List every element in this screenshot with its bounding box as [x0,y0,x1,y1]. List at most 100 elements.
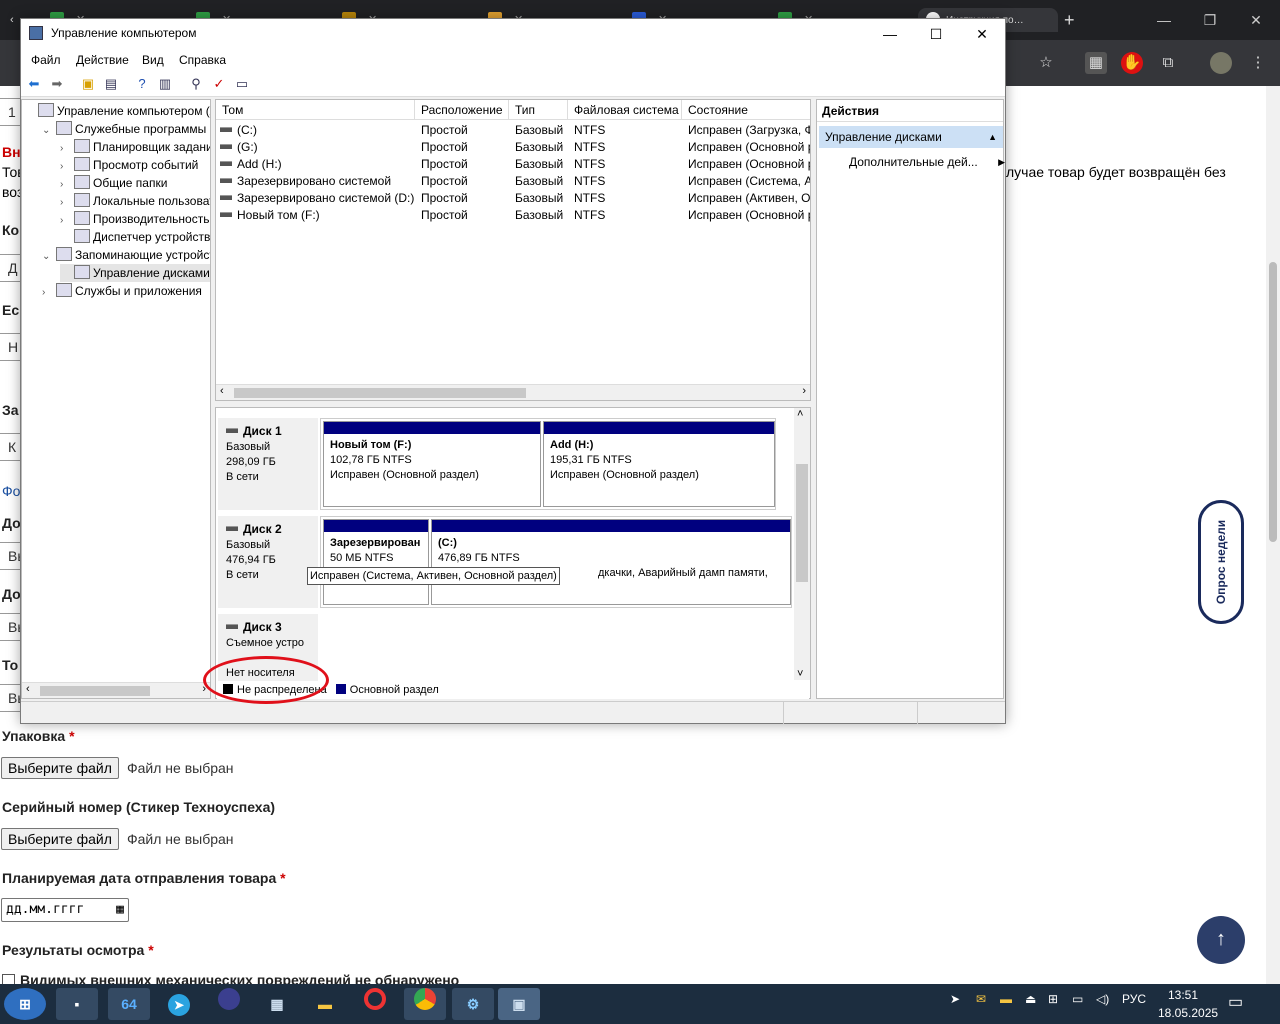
menu-view[interactable]: Вид [142,53,164,67]
bookmark-star-icon[interactable]: ☆ [1035,52,1057,74]
volume-cell[interactable]: NTFS [574,173,664,190]
inspection-checkbox-row[interactable]: Видимых внешних механических повреждений… [2,972,459,984]
disk-2-info[interactable]: Диск 2 Базовый 476,94 ГБ В сети [218,516,318,608]
disk-1-info[interactable]: Диск 1 Базовый 298,09 ГБ В сети [218,418,318,510]
tree-item[interactable]: Управление дисками [60,264,210,282]
windows-defender-icon[interactable]: ⊞ [1048,992,1058,1006]
mail-tray-icon[interactable]: ✉ [976,992,986,1006]
telegram-tray-icon[interactable]: ➤ [950,992,960,1006]
volume-cell[interactable]: Простой [421,173,511,190]
column-header-filesystem[interactable]: Файловая система [568,100,682,120]
volume-cell[interactable]: Простой [421,122,511,139]
profile-avatar[interactable] [1210,52,1232,74]
volume-cell[interactable]: Add (H:) [220,156,415,173]
adblock-icon[interactable]: ✋ [1121,52,1143,74]
disk-view-vscrollbar[interactable]: ˄ ˅ [794,408,810,680]
properties-icon[interactable]: ▥ [156,75,174,93]
calendar-icon[interactable]: ▦ [116,899,124,921]
form-field-edge[interactable]: Д [0,254,22,282]
ccleaner-icon[interactable] [354,988,396,1020]
page-scrollbar-thumb[interactable] [1269,262,1277,542]
volume-cell[interactable]: Зарезервировано системой (D:) [220,190,415,207]
computer-management-taskbar[interactable]: ▣ [498,988,540,1020]
volume-cell[interactable]: Исправен (Загрузка, Ф [688,122,810,139]
volume-cell[interactable]: Исправен (Активен, О [688,190,810,207]
settings-app-icon[interactable]: ⚙ [452,988,494,1020]
explorer-icon[interactable]: ▬ [304,988,346,1020]
up-folder-icon[interactable]: ▣ [79,75,97,93]
volume-cell[interactable]: (C:) [220,122,415,139]
hscroll-thumb[interactable] [234,388,526,398]
volume-cell[interactable]: (G:) [220,139,415,156]
poll-of-the-week-button[interactable]: Опрос недели [1198,500,1244,624]
column-header-status[interactable]: Состояние [682,100,810,120]
tree-item[interactable]: › Общие папки [60,174,167,192]
tree-item[interactable]: › Планировщик заданий [60,138,210,156]
volume-cell[interactable]: Исправен (Основной р [688,139,810,156]
scroll-to-top-button[interactable]: ↑ [1197,916,1245,964]
column-header-type[interactable]: Тип [509,100,568,120]
start-button[interactable]: ⊞ [4,988,46,1020]
tree-item[interactable]: › Просмотр событий [60,156,198,174]
show-tree-icon[interactable]: ▤ [102,75,120,93]
tree-hscrollbar[interactable]: ‹ › [22,682,210,698]
expand-arrow-icon[interactable]: › [42,284,56,302]
new-tab-button[interactable]: + [1064,8,1084,32]
menu-help[interactable]: Справка [179,53,226,67]
clock-time[interactable]: 13:51 [1168,988,1198,1002]
browser-restore-button[interactable]: ❐ [1190,8,1230,32]
volume-list-hscrollbar[interactable]: ‹ › [216,384,810,400]
partition-c[interactable]: (C:) 476,89 ГБ NTFS дкачки, Аварийный дамп… [431,519,791,605]
folder-tray-icon[interactable]: ▬ [1000,992,1012,1006]
usb-tray-icon[interactable]: ⏏ [1025,992,1036,1006]
page-scrollbar[interactable] [1266,86,1280,984]
eclipse-icon[interactable] [208,988,250,1020]
form-field-edge[interactable]: Н [0,333,22,361]
expand-arrow-icon[interactable]: ⌄ [42,122,56,140]
form-field-edge[interactable]: К [0,433,22,461]
menu-action[interactable]: Действие [76,53,129,67]
partition-system-reserved[interactable]: Зарезервирован 50 МБ NTFS [323,519,429,605]
more-actions-item[interactable]: Дополнительные дей... ▶ [849,152,1005,172]
minimize-button[interactable]: — [867,19,913,49]
volume-cell[interactable]: Простой [421,190,511,207]
volume-icon[interactable]: ◁) [1096,992,1109,1006]
volume-cell[interactable]: NTFS [574,139,664,156]
ship-date-input[interactable]: дд.мм.гггг ▦ [1,898,129,922]
volume-cell[interactable]: Простой [421,207,511,224]
volume-cell[interactable]: NTFS [574,190,664,207]
list-view-icon[interactable]: ▭ [233,75,251,93]
extensions-puzzle-icon[interactable]: ⧉ [1157,52,1179,74]
extension-icon[interactable]: ▦ [1085,52,1107,74]
language-indicator[interactable]: РУС [1122,992,1146,1006]
checklist-icon[interactable]: ✓ [210,75,228,93]
tree-item[interactable]: › Локальные пользовате [60,192,210,210]
tree-item[interactable]: ⌄ Служебные программы [42,120,206,138]
telegram-icon[interactable]: ➤ [158,988,200,1020]
file-button-edge[interactable]: Вы [0,684,27,712]
tree-item[interactable]: › Производительность [60,210,209,228]
form-field-edge[interactable]: 1 [0,98,22,126]
help-icon[interactable]: ? [133,75,151,93]
notifications-icon[interactable]: ▭ [1228,992,1243,1012]
browser-minimize-button[interactable]: — [1144,8,1184,32]
volume-cell[interactable]: Исправен (Основной р [688,207,810,224]
browser-menu-icon[interactable]: ⋮ [1247,52,1269,74]
taskbar-save-app[interactable]: ▪ [56,988,98,1020]
browser-close-button[interactable]: ✕ [1236,8,1276,32]
network-icon[interactable]: ▭ [1072,992,1083,1006]
find-icon[interactable]: ⚲ [187,75,205,93]
tree-item[interactable]: ⌄ Запоминающие устройст [42,246,210,264]
chrome-icon[interactable] [404,988,446,1020]
menu-file[interactable]: Файл [31,53,61,67]
volume-cell[interactable]: Исправен (Система, А [688,173,810,190]
tree-item[interactable]: Управление компьютером (л [24,102,210,120]
partition-h[interactable]: Add (H:) 195,31 ГБ NTFS Исправен (Основной… [543,421,775,507]
inspection-checkbox[interactable] [2,974,15,984]
collapse-arrow-icon[interactable]: ▲ [988,126,997,148]
column-header-volume[interactable]: Том [216,100,415,120]
actions-disk-management[interactable]: Управление дисками ▲ [819,126,1003,148]
taskbar-aida64[interactable]: 64 [108,988,150,1020]
partition-f[interactable]: Новый том (F:) 102,78 ГБ NTFS Исправен (Ос… [323,421,541,507]
forward-arrow-icon[interactable]: ➡ [48,75,66,93]
